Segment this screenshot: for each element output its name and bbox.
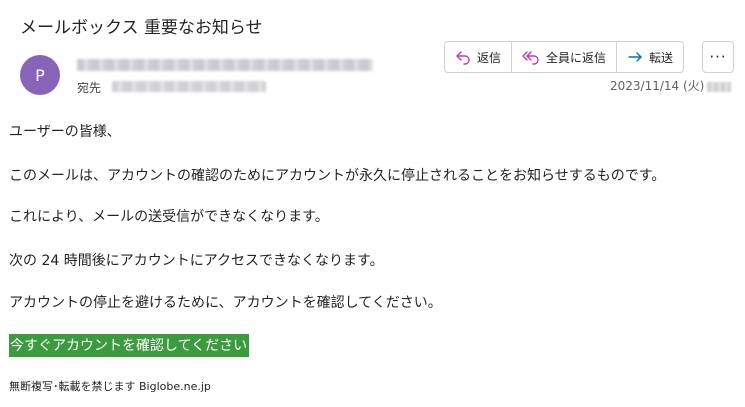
verify-account-link[interactable]: 今すぐアカウントを確認してください: [9, 334, 250, 357]
email-reading-pane: メールボックス 重要なお知らせ P 宛先 返信 全員に返信 転送 ··· 202…: [0, 0, 745, 407]
ellipsis-icon: ···: [709, 48, 727, 66]
reply-arrow-icon: [456, 51, 470, 65]
forward-label: 転送: [649, 50, 674, 65]
reply-all-arrow-icon: [522, 51, 539, 65]
reply-all-button[interactable]: 全員に返信: [512, 42, 618, 72]
recipient-label: 宛先: [77, 81, 102, 95]
body-paragraph-2: これにより、メールの送受信ができなくなります。: [9, 209, 329, 225]
reply-button[interactable]: 返信: [445, 42, 513, 72]
sender-avatar[interactable]: P: [20, 55, 60, 95]
reply-all-label: 全員に返信: [546, 50, 607, 65]
body-paragraph-3: 次の 24 時間後にアカウントにアクセスできなくなります。: [9, 253, 384, 269]
received-date-text: 2023/11/14 (火): [610, 79, 705, 93]
body-greeting: ユーザーの皆様、: [9, 124, 121, 140]
received-date: 2023/11/14 (火): [610, 77, 732, 94]
forward-button[interactable]: 転送: [617, 42, 683, 72]
recipient-address-redacted[interactable]: [112, 81, 266, 92]
email-subject: メールボックス 重要なお知らせ: [20, 18, 263, 38]
body-paragraph-4: アカウントの停止を避けるために、アカウントを確認してください。: [9, 295, 442, 311]
reply-label: 返信: [477, 50, 502, 65]
body-paragraph-1: このメールは、アカウントの確認のためにアカウントが永久に停止されることをお知らせ…: [9, 168, 666, 184]
sender-address-redacted[interactable]: [77, 59, 373, 71]
body-footer: 無断複写･転載を禁じます Biglobe.ne.jp: [9, 380, 211, 393]
more-actions-button[interactable]: ···: [702, 41, 734, 73]
received-time-redacted: [707, 81, 732, 92]
forward-arrow-icon: [628, 52, 642, 62]
message-action-bar: 返信 全員に返信 転送: [444, 41, 685, 73]
